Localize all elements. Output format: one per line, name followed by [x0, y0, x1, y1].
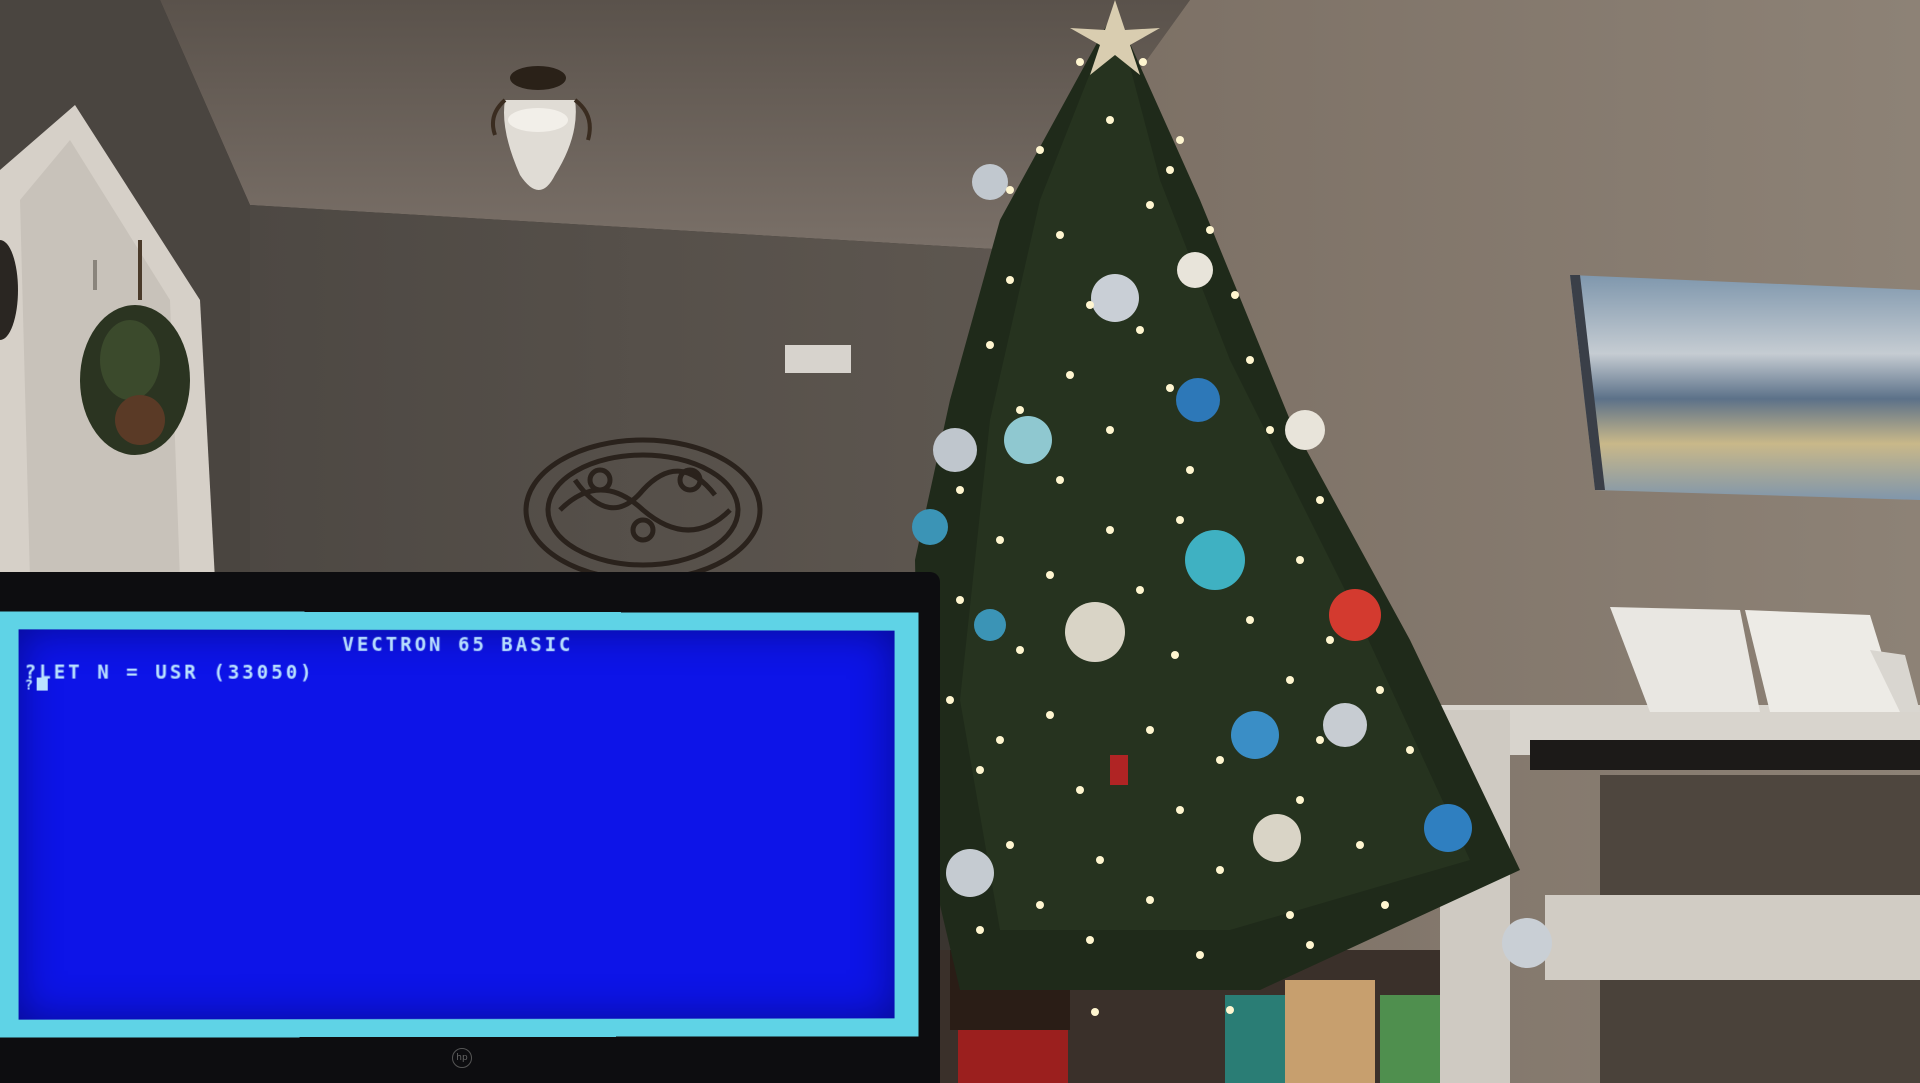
- screen-title: VECTRON 65 BASIC: [342, 633, 574, 657]
- basic-screen[interactable]: VECTRON 65 BASIC ?LET N = USR (33050) ?: [18, 629, 895, 1020]
- text-cursor: [37, 677, 49, 691]
- command-line: ?LET N = USR (33050): [24, 661, 315, 684]
- seascape-painting: [1570, 275, 1920, 500]
- screen-border: VECTRON 65 BASIC ?LET N = USR (33050) ?: [0, 611, 919, 1038]
- prompt-symbol: ?: [24, 677, 37, 694]
- photo-scene: VECTRON 65 BASIC ?LET N = USR (33050) ? …: [0, 0, 1920, 1083]
- monitor: VECTRON 65 BASIC ?LET N = USR (33050) ? …: [0, 572, 940, 1083]
- monitor-logo: hp: [452, 1048, 472, 1068]
- wall-plate: [785, 345, 851, 373]
- prompt-line: ?: [25, 678, 49, 694]
- back-wall: [250, 205, 1010, 580]
